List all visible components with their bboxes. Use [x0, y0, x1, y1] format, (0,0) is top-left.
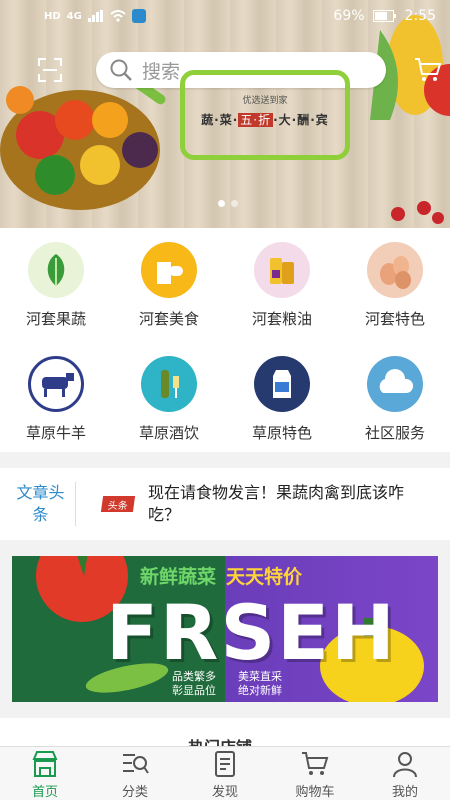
clock: 2:55 [404, 8, 436, 24]
promo-speech-bubble: 优选送到家 蔬·菜· 五·折 ·大·酬·宾 [180, 70, 350, 160]
category-item-caoyuan-tese[interactable]: 草原特色 [226, 356, 338, 443]
hd-indicator: HD [44, 10, 61, 22]
store-icon [32, 751, 58, 777]
news-headline[interactable]: 现在请食物发言！果蔬肉禽到底该咋吃？ [148, 482, 408, 526]
cloud-icon [367, 356, 423, 412]
search-placeholder: 搜索 [142, 60, 181, 83]
nav-home[interactable]: 首页 [0, 747, 90, 800]
hot-shops-section: 热门店铺 [0, 718, 450, 757]
drinks-icon [141, 356, 197, 412]
hero-line1: 优选送到家 [242, 96, 288, 106]
news-ticker[interactable]: 文章头条 头条 现在请食物发言！果蔬肉禽到底该咋吃？ [0, 468, 450, 540]
category-item-shequ[interactable]: 社区服务 [339, 356, 450, 443]
battery-percent: 69% [333, 8, 365, 24]
category-item-niuyang[interactable]: 草原牛羊 [0, 356, 112, 443]
category-grid: 河套果蔬 河套美食 河套粮油 河套特色 草原牛羊 草原酒饮 草原特色 社区服务 [0, 228, 450, 452]
search-icon [110, 59, 132, 81]
category-item-meishi[interactable]: 河套美食 [113, 242, 225, 329]
berries-image [391, 201, 444, 224]
category-search-icon [123, 754, 149, 774]
signal-icon [87, 10, 103, 22]
app-notification-icon [131, 9, 146, 23]
nav-category[interactable]: 分类 [90, 747, 180, 800]
news-tag: 文章头条 [6, 482, 76, 526]
nav-discover[interactable]: 发现 [180, 747, 270, 800]
carousel-dots[interactable] [218, 200, 238, 207]
scan-icon[interactable] [38, 58, 62, 82]
category-item-guoshu[interactable]: 河套果蔬 [0, 242, 112, 329]
document-icon [215, 751, 235, 777]
food-icon [141, 242, 197, 298]
status-bar: HD 4G 69% 2:55 [0, 0, 450, 32]
hero-line2: 蔬·菜· 五·折 ·大·酬·宾 [201, 113, 329, 127]
hero-banner[interactable]: HD 4G 69% 2:55 搜索 优选送到家 蔬·菜· 五·折 ·大·酬·宾 [0, 0, 450, 228]
user-icon [393, 752, 417, 778]
promo-sub-right: 美菜直采 绝对新鲜 [238, 670, 282, 697]
bottom-nav: 首页 分类 发现 购物车 我的 [0, 746, 450, 800]
oil-icon [254, 242, 310, 298]
milk-icon [254, 356, 310, 412]
eggs-icon [367, 242, 423, 298]
category-item-tese[interactable]: 河套特色 [339, 242, 450, 329]
cart-icon [302, 752, 329, 775]
category-item-jiuyin[interactable]: 草原酒饮 [113, 356, 225, 443]
category-item-liangyou[interactable]: 河套粮油 [226, 242, 338, 329]
wifi-icon [110, 10, 126, 22]
promo-sub-left: 品类繁多 彰显品位 [172, 670, 216, 697]
nav-cart[interactable]: 购物车 [270, 747, 360, 800]
cattle-icon [28, 356, 84, 412]
promo-big-text: FRSEH [106, 588, 397, 677]
headline-badge: 头条 [100, 496, 136, 512]
battery-icon [372, 10, 396, 22]
vegetables-icon [28, 242, 84, 298]
promo-headline: 新鲜蔬菜 天天特价 [140, 566, 303, 588]
cart-icon[interactable] [414, 56, 442, 84]
promo-banner[interactable]: 新鲜蔬菜 天天特价 FRSEH 品类繁多 彰显品位 美菜直采 绝对新鲜 [12, 556, 438, 702]
nav-profile[interactable]: 我的 [360, 747, 450, 800]
signal-label: 4G [66, 10, 82, 22]
